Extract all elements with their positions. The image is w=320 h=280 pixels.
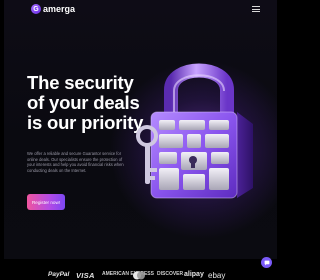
headline-line: is our priority: [27, 112, 144, 133]
hero-description: We offer a reliable and secure Guarantor…: [27, 151, 124, 173]
headline-line: of your deals: [27, 92, 140, 113]
page-frame: G amerga The security of your deals is o…: [4, 0, 277, 259]
mastercard-logo-icon: [133, 271, 145, 280]
hamburger-menu-icon[interactable]: [252, 6, 260, 12]
visa-logo: VISA: [76, 271, 95, 280]
logo-text: amerga: [43, 4, 76, 14]
padlock-with-key-icon: [136, 63, 253, 199]
register-button[interactable]: Register now!: [27, 194, 65, 210]
paypal-logo: PayPal: [48, 271, 70, 278]
headline-line: The security: [27, 72, 134, 93]
header: G amerga: [4, 0, 277, 22]
logo[interactable]: G amerga: [31, 4, 75, 14]
alipay-logo: alipay: [184, 271, 204, 278]
ebay-logo: ebay: [208, 271, 226, 280]
discover-logo: DISCOVER: [157, 271, 184, 277]
logo-mark-icon: G: [31, 4, 41, 14]
